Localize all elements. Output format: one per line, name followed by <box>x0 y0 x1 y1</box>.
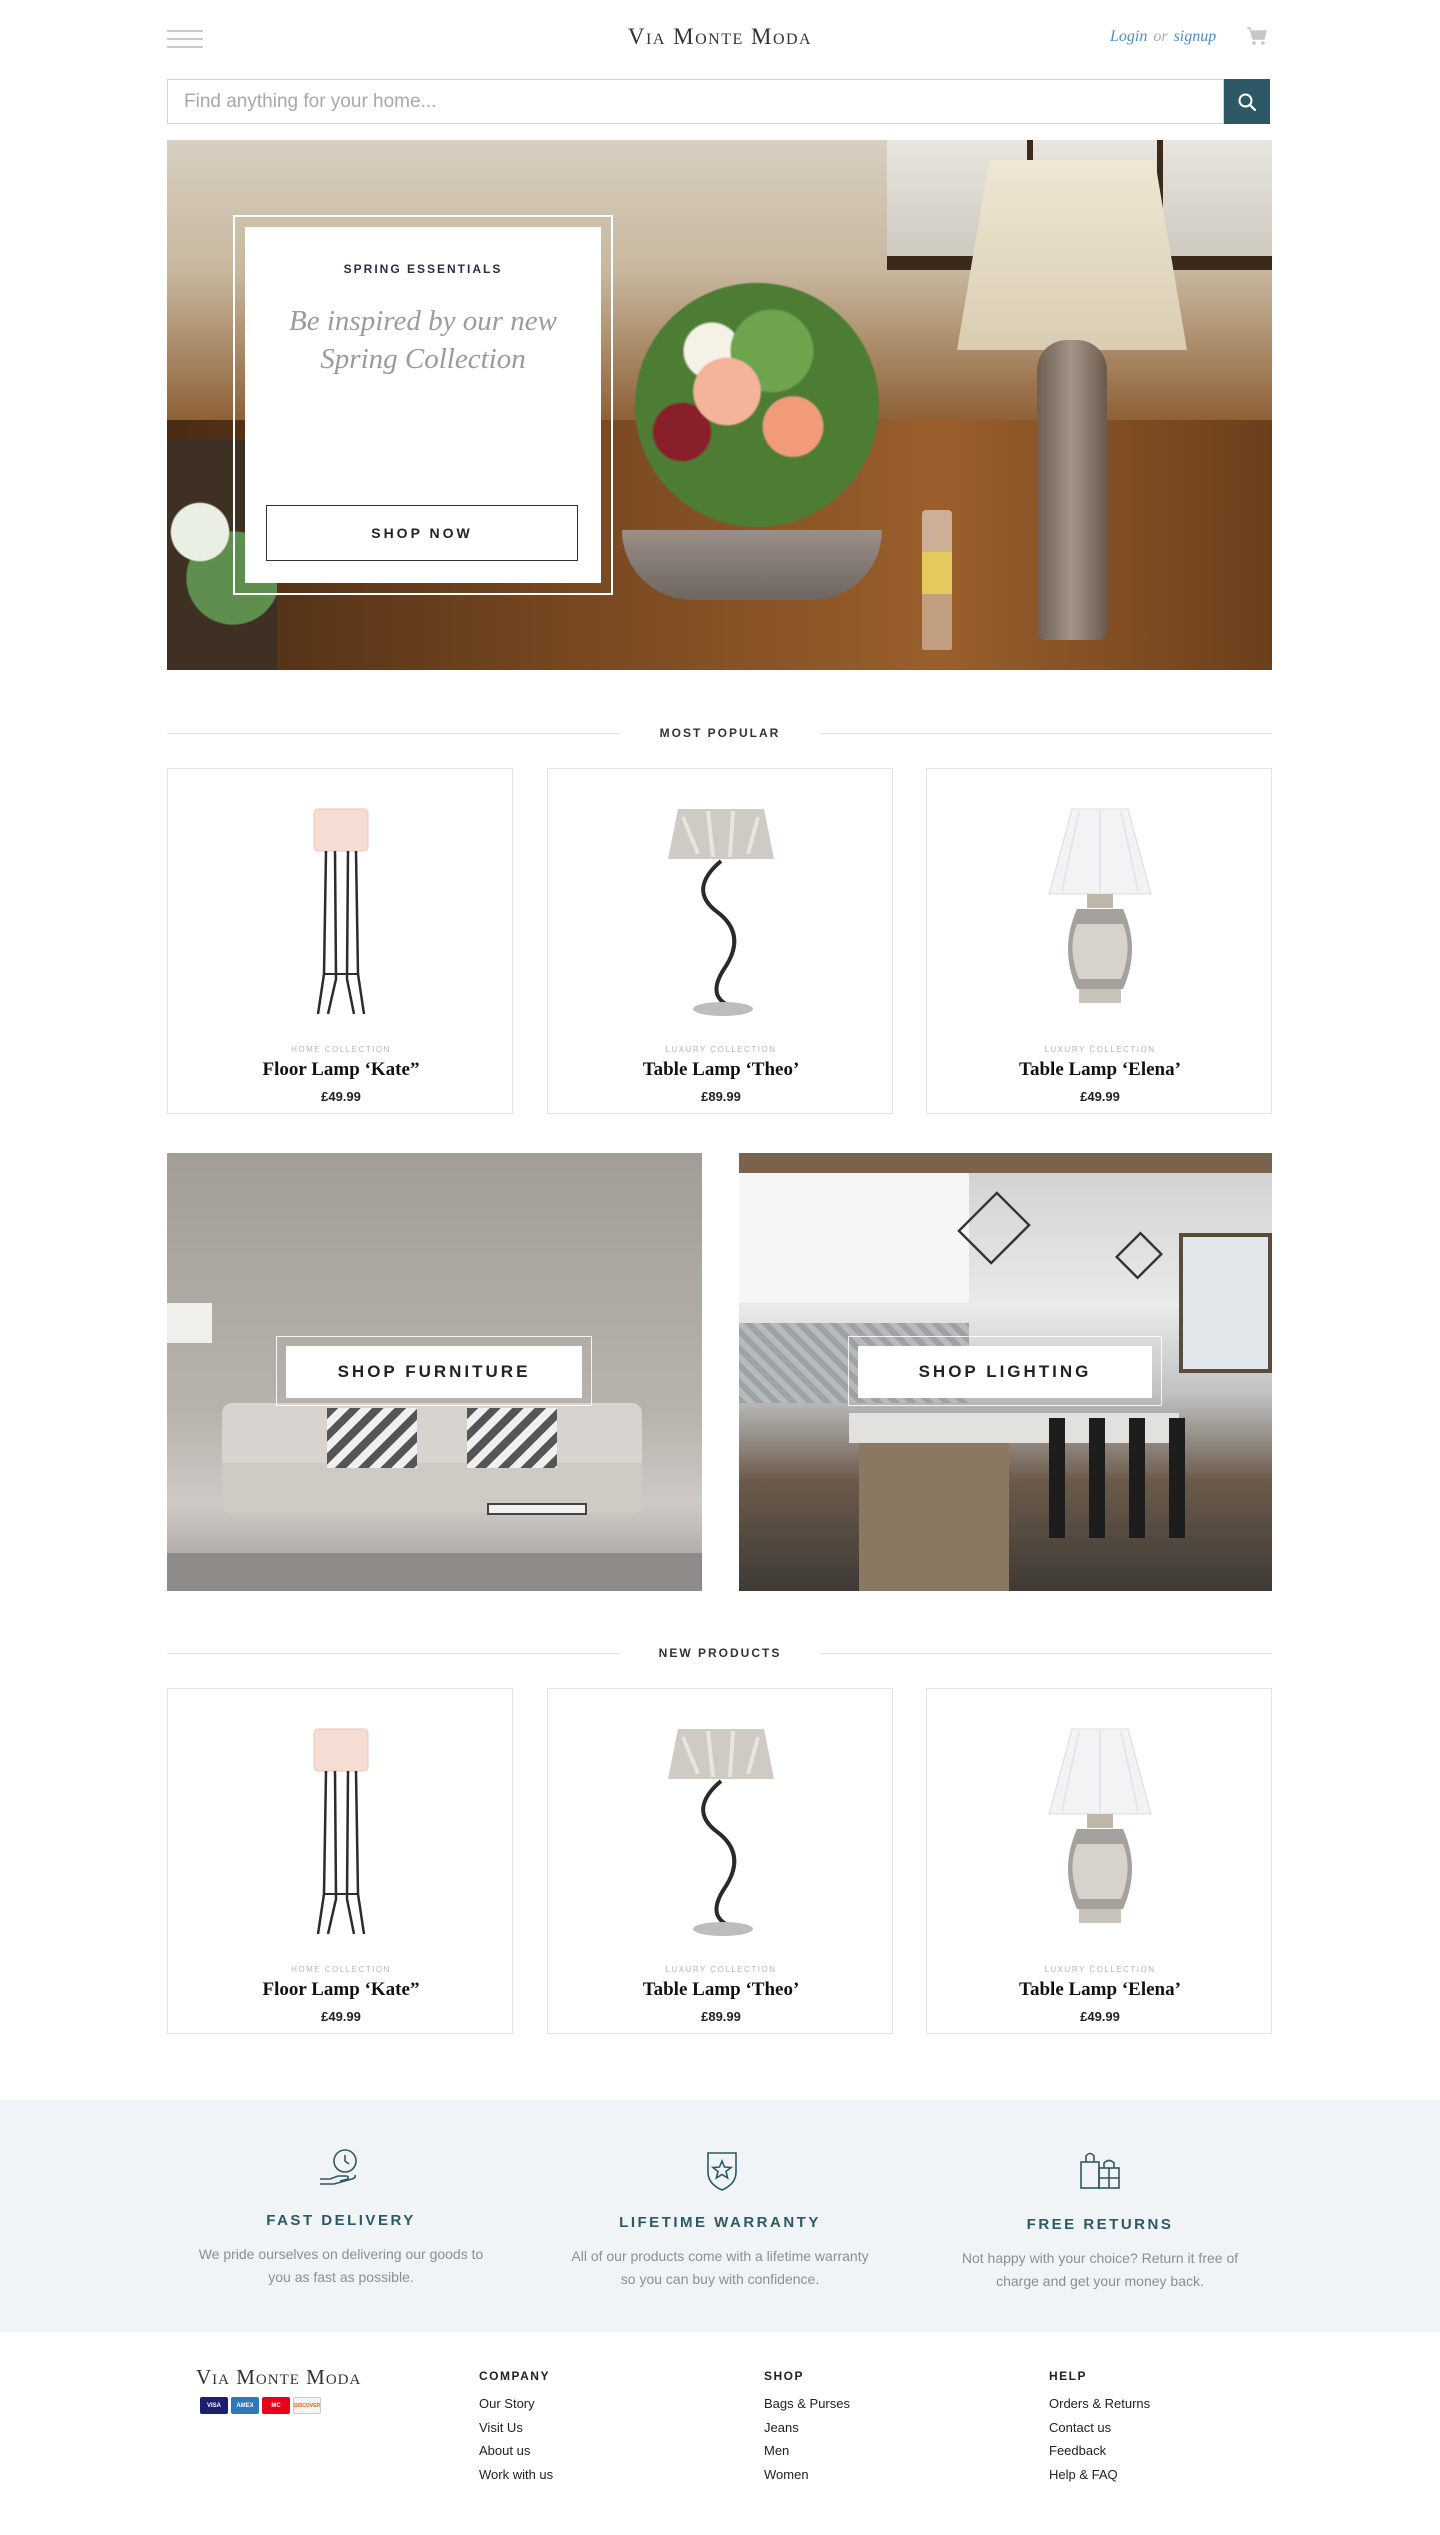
product-collection: HOME COLLECTION <box>291 1045 391 1054</box>
product-name[interactable]: Table Lamp ‘Theo’ <box>548 1059 894 1081</box>
search-button[interactable] <box>1224 79 1270 124</box>
delivery-clock-icon <box>318 2146 362 2190</box>
search-icon <box>1238 93 1257 111</box>
shop-now-button[interactable]: SHOP NOW <box>266 505 578 561</box>
cart-icon[interactable] <box>1246 26 1268 46</box>
product-collection: LUXURY COLLECTION <box>665 1045 777 1054</box>
hero-headline: Be inspired by our new Spring Collection <box>289 305 557 375</box>
product-name[interactable]: Table Lamp ‘Elena’ <box>927 1979 1273 2001</box>
product-card[interactable]: LUXURY COLLECTION Table Lamp ‘Theo’ £89.99 <box>547 768 893 1114</box>
hero-eyebrow: SPRING ESSENTIALS <box>343 262 503 276</box>
menu-icon[interactable] <box>167 30 203 50</box>
shop-furniture-button[interactable]: SHOP FURNITURE <box>286 1346 582 1398</box>
footer-link[interactable]: Help & FAQ <box>1049 2467 1118 2482</box>
feature-title: FREE RETURNS <box>1026 2216 1174 2233</box>
footer-link[interactable]: Work with us <box>479 2467 553 2482</box>
footer-link[interactable]: Visit Us <box>479 2420 523 2435</box>
payment-cards: VISA AMEX MC DISCOVER <box>200 2397 321 2414</box>
mastercard-icon: MC <box>262 2397 290 2414</box>
product-price: £89.99 <box>701 1089 741 1104</box>
product-price: £49.99 <box>321 2009 361 2024</box>
product-card[interactable]: LUXURY COLLECTION Table Lamp ‘Theo’ £89.99 <box>547 1688 893 2034</box>
footer-link[interactable]: Orders & Returns <box>1049 2396 1150 2411</box>
product-collection: LUXURY COLLECTION <box>665 1965 777 1974</box>
footer-heading-shop: SHOP <box>764 2369 805 2383</box>
product-collection: LUXURY COLLECTION <box>1044 1965 1156 1974</box>
product-price: £49.99 <box>1080 1089 1120 1104</box>
product-name[interactable]: Floor Lamp ‘Kate” <box>168 1979 514 2001</box>
footer-link[interactable]: Contact us <box>1049 2420 1111 2435</box>
product-image[interactable] <box>927 1719 1273 1944</box>
amex-card-icon: AMEX <box>231 2397 259 2414</box>
footer-link[interactable]: Women <box>764 2467 809 2482</box>
footer-heading-company: COMPANY <box>479 2369 550 2383</box>
login-link[interactable]: Login <box>1110 28 1147 45</box>
feature-title: FAST DELIVERY <box>266 2212 416 2229</box>
shield-star-icon <box>700 2148 744 2192</box>
discover-card-icon: DISCOVER <box>293 2397 321 2414</box>
product-card[interactable]: HOME COLLECTION Floor Lamp ‘Kate” £49.99 <box>167 768 513 1114</box>
feature-title: LIFETIME WARRANTY <box>619 2214 821 2231</box>
visa-card-icon: VISA <box>200 2397 228 2414</box>
product-price: £89.99 <box>701 2009 741 2024</box>
feature-text: All of our products come with a lifetime… <box>571 2248 869 2287</box>
footer-link[interactable]: Bags & Purses <box>764 2396 850 2411</box>
product-collection: HOME COLLECTION <box>291 1965 391 1974</box>
product-card[interactable]: HOME COLLECTION Floor Lamp ‘Kate” £49.99 <box>167 1688 513 2034</box>
footer-link[interactable]: About us <box>479 2443 530 2458</box>
footer-link[interactable]: Our Story <box>479 2396 535 2411</box>
auth-or: or <box>1153 28 1168 45</box>
product-image[interactable] <box>548 799 894 1024</box>
signup-link[interactable]: signup <box>1174 28 1217 45</box>
product-price: £49.99 <box>321 1089 361 1104</box>
auth-links: Login or signup <box>1110 28 1216 46</box>
feature-text: We pride ourselves on delivering our goo… <box>198 2246 484 2285</box>
footer-brand[interactable]: Via Monte Moda <box>196 2365 361 2390</box>
product-name[interactable]: Table Lamp ‘Theo’ <box>548 1979 894 2001</box>
footer-link[interactable]: Men <box>764 2443 789 2458</box>
product-image[interactable] <box>168 1719 514 1944</box>
search-input[interactable] <box>167 79 1224 124</box>
footer-link[interactable]: Feedback <box>1049 2443 1106 2458</box>
section-title-new-products: NEW PRODUCTS <box>620 1646 820 1660</box>
product-image[interactable] <box>168 799 514 1024</box>
product-card[interactable]: LUXURY COLLECTION Table Lamp ‘Elena’ £49.9… <box>926 1688 1272 2034</box>
product-name[interactable]: Floor Lamp ‘Kate” <box>168 1059 514 1081</box>
product-collection: LUXURY COLLECTION <box>1044 1045 1156 1054</box>
footer-heading-help: HELP <box>1049 2369 1088 2383</box>
section-title-most-popular: MOST POPULAR <box>620 726 820 740</box>
product-image[interactable] <box>548 1719 894 1944</box>
product-image[interactable] <box>927 799 1273 1024</box>
footer-link[interactable]: Jeans <box>764 2420 799 2435</box>
product-card[interactable]: LUXURY COLLECTION Table Lamp ‘Elena’ £49.9… <box>926 768 1272 1114</box>
shopping-bags-icon <box>1078 2148 1122 2192</box>
product-name[interactable]: Table Lamp ‘Elena’ <box>927 1059 1273 1081</box>
shop-lighting-button[interactable]: SHOP LIGHTING <box>858 1346 1152 1398</box>
product-price: £49.99 <box>1080 2009 1120 2024</box>
brand-logo[interactable]: Via Monte Moda <box>520 24 920 50</box>
feature-text: Not happy with your choice? Return it fr… <box>961 2250 1239 2289</box>
